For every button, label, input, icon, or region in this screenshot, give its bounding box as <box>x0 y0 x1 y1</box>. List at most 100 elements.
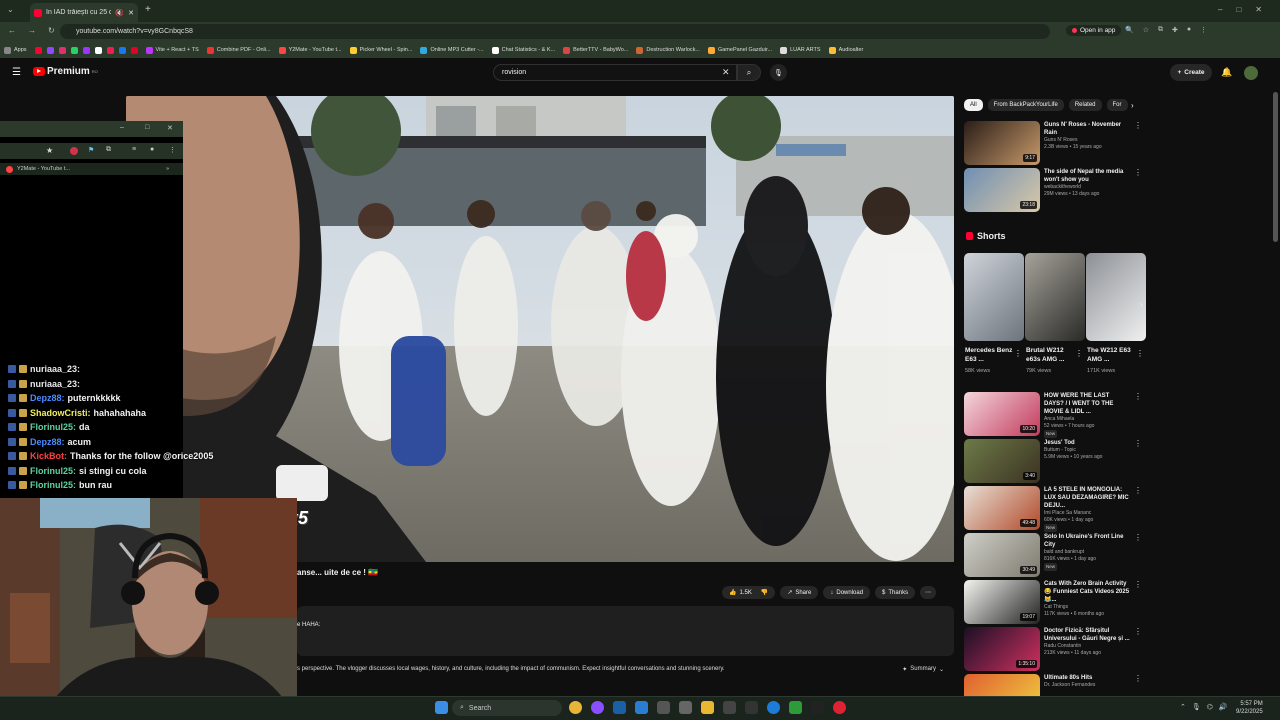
taskbar-clock[interactable]: 5:57 PM 9/22/2025 <box>1236 700 1263 716</box>
bookmark-y2mate[interactable]: Y2Mate - YouTube t... <box>278 46 342 54</box>
bookmark-audioalter[interactable]: Audioalter <box>828 46 863 54</box>
chat-username[interactable]: Florinul25: <box>30 422 76 432</box>
short-title[interactable]: Mercedes Benz E63 ... <box>965 346 1015 364</box>
extensions-puzzle-icon[interactable]: ✚ <box>1172 26 1178 34</box>
bookmark-apps[interactable]: Apps <box>4 46 27 54</box>
chat-username[interactable]: Florinul25: <box>30 480 76 490</box>
list-item[interactable]: 1:35:10 Doctor Fizică: Sfârșitul Universu… <box>964 627 1142 671</box>
page-scrollbar[interactable] <box>1273 92 1278 242</box>
obs-icon[interactable] <box>811 701 824 714</box>
chip-from-channel[interactable]: From BackPackYourLife <box>987 99 1064 111</box>
more-options-icon[interactable]: ⋮ <box>1014 349 1022 358</box>
thumbs-down-icon[interactable]: 👎 <box>761 589 768 596</box>
more-options-icon[interactable]: ⋮ <box>1134 627 1142 671</box>
list-item[interactable]: 10:20 HOW WERE THE LAST DAYS? / I WENT TO… <box>964 392 1142 438</box>
short-thumbnail[interactable] <box>1086 253 1146 341</box>
reload-icon[interactable]: ↻ <box>48 26 55 35</box>
window-minimize-icon[interactable]: – <box>1218 5 1222 14</box>
mic-icon[interactable]: 🎙 <box>1192 703 1201 711</box>
list-item[interactable]: 3:40 Jesus' Tod Buttum - Topic 5.9M views •… <box>964 439 1142 483</box>
thanks-button[interactable]: $ Thanks <box>875 586 916 599</box>
app-icon[interactable] <box>679 701 692 714</box>
more-options-icon[interactable]: ⋮ <box>1134 533 1142 577</box>
file-explorer-icon[interactable] <box>701 701 714 714</box>
more-options-icon[interactable]: ⋮ <box>1134 168 1142 212</box>
list-item[interactable]: 23:18 The side of Nepal the media won't … <box>964 168 1142 212</box>
more-options-icon[interactable]: ⋮ <box>1134 580 1142 624</box>
overlay-close-icon[interactable]: ✕ <box>167 124 173 132</box>
overlay-bookmark[interactable]: Y2Mate - YouTube t... » <box>0 163 183 175</box>
bookmark-mp3-cutter[interactable]: Online MP3 Cutter -... <box>420 46 484 54</box>
bookmark-betterttv[interactable]: BetterTTV - BabyWo... <box>563 46 628 54</box>
zoom-icon[interactable]: 🔍 <box>1125 26 1134 34</box>
list-item[interactable]: 30:49 Solo In Ukraine's Front Line City ba… <box>964 533 1142 577</box>
forward-icon[interactable]: → <box>28 26 36 35</box>
app-icon[interactable] <box>745 701 758 714</box>
list-item[interactable]: 49:48 LA 5 STELE IN MONGOLIA: LUX SAU DEZ… <box>964 486 1142 532</box>
windows-start-icon[interactable] <box>435 701 448 714</box>
create-button[interactable]: + Create <box>1170 64 1212 81</box>
short-title[interactable]: Brutal W212 e63s AMG ... <box>1026 346 1076 364</box>
voice-search-button[interactable]: 🎙 <box>770 64 787 81</box>
network-icon[interactable]: ⌬ <box>1207 703 1213 711</box>
browser-icon[interactable] <box>591 701 604 714</box>
video-player[interactable] <box>126 96 954 562</box>
chat-username[interactable]: Depz88: <box>30 437 65 447</box>
chat-username[interactable]: Florinul25: <box>30 466 76 476</box>
clear-search-icon[interactable]: ✕ <box>722 67 730 78</box>
download-button[interactable]: ↓ Download <box>823 586 871 599</box>
vscode-icon[interactable] <box>635 701 648 714</box>
chat-username[interactable]: nuriaaa_23: <box>30 379 80 389</box>
tab-close-icon[interactable]: ✕ <box>128 9 134 17</box>
volume-icon[interactable]: 🔊 <box>1219 703 1228 711</box>
more-actions-button[interactable]: ⋯ <box>920 586 937 599</box>
extension-icon[interactable]: ⧉ <box>1158 26 1163 34</box>
chat-username[interactable]: nuriaaa_23: <box>30 364 80 374</box>
list-item[interactable]: 19:07 Cats With Zero Brain Activity 😂 Fun… <box>964 580 1142 624</box>
taskbar-search[interactable]: ⌕ Search <box>452 700 562 716</box>
open-in-app-button[interactable]: Open in app <box>1066 25 1122 36</box>
extension-icon[interactable] <box>70 147 78 155</box>
chevron-right-icon[interactable]: » <box>166 166 169 172</box>
mute-icon[interactable]: 🔇 <box>115 9 124 17</box>
chat-username[interactable]: KickBot: <box>30 451 67 461</box>
avatar[interactable] <box>1244 66 1258 80</box>
bookmark-vite[interactable]: Vite + React + TS <box>145 46 199 54</box>
chip-for-you[interactable]: For <box>1106 99 1128 111</box>
app-icon[interactable] <box>723 701 736 714</box>
xbox-icon[interactable] <box>789 701 802 714</box>
chip-related[interactable]: Related <box>1068 99 1102 111</box>
overlay-minimize-icon[interactable]: – <box>120 124 124 131</box>
more-options-icon[interactable]: ⋮ <box>1134 392 1142 436</box>
extensions-puzzle-icon[interactable]: ⧉ <box>106 146 111 154</box>
youtube-logo[interactable]: Premium RO <box>33 66 98 77</box>
new-tab-button[interactable]: + <box>145 4 151 15</box>
notifications-bell-icon[interactable]: 🔔 <box>1221 67 1232 78</box>
summary-button[interactable]: ✦ Summary ⌄ <box>902 666 944 673</box>
tray-chevron-icon[interactable]: ⌃ <box>1180 703 1186 711</box>
chat-username[interactable]: Depz88: <box>30 393 65 403</box>
browser-tab[interactable]: În IAD trăiești cu 25 de lei 🔇 ✕ <box>30 3 138 22</box>
search-input[interactable]: rovision <box>493 64 737 81</box>
more-options-icon[interactable]: ⋮ <box>1134 486 1142 530</box>
list-item[interactable]: 9:17 Guns N' Roses - November Rain Guns N… <box>964 121 1142 165</box>
menu-kebab-icon[interactable]: ⋮ <box>169 146 176 154</box>
bookmark-star-icon[interactable]: ★ <box>46 146 53 155</box>
bookmark-picker-wheel[interactable]: Picker Wheel - Spin... <box>349 46 412 54</box>
short-thumbnail[interactable] <box>964 253 1024 341</box>
more-options-icon[interactable]: ⋮ <box>1134 439 1142 483</box>
shorts-next-icon[interactable]: › <box>1140 300 1143 309</box>
search-button[interactable]: ⌕ <box>737 64 761 81</box>
chips-next-icon[interactable]: › <box>1131 101 1134 110</box>
short-thumbnail[interactable] <box>1025 253 1085 341</box>
reading-list-icon[interactable]: ≡ <box>132 146 136 153</box>
bookmark-gamepanel[interactable]: GamePanel Gazduir... <box>707 46 772 54</box>
bookmark-shortcut-icons[interactable] <box>34 46 138 54</box>
bookmark-combine-pdf[interactable]: Combine PDF - Onli... <box>206 46 271 54</box>
tab-search-icon[interactable]: ⌄ <box>7 5 14 14</box>
more-options-icon[interactable]: ⋮ <box>1136 349 1144 358</box>
steam-icon[interactable] <box>613 701 626 714</box>
app-icon[interactable] <box>657 701 670 714</box>
back-icon[interactable]: ← <box>8 26 16 35</box>
profile-icon[interactable]: ● <box>150 146 154 153</box>
